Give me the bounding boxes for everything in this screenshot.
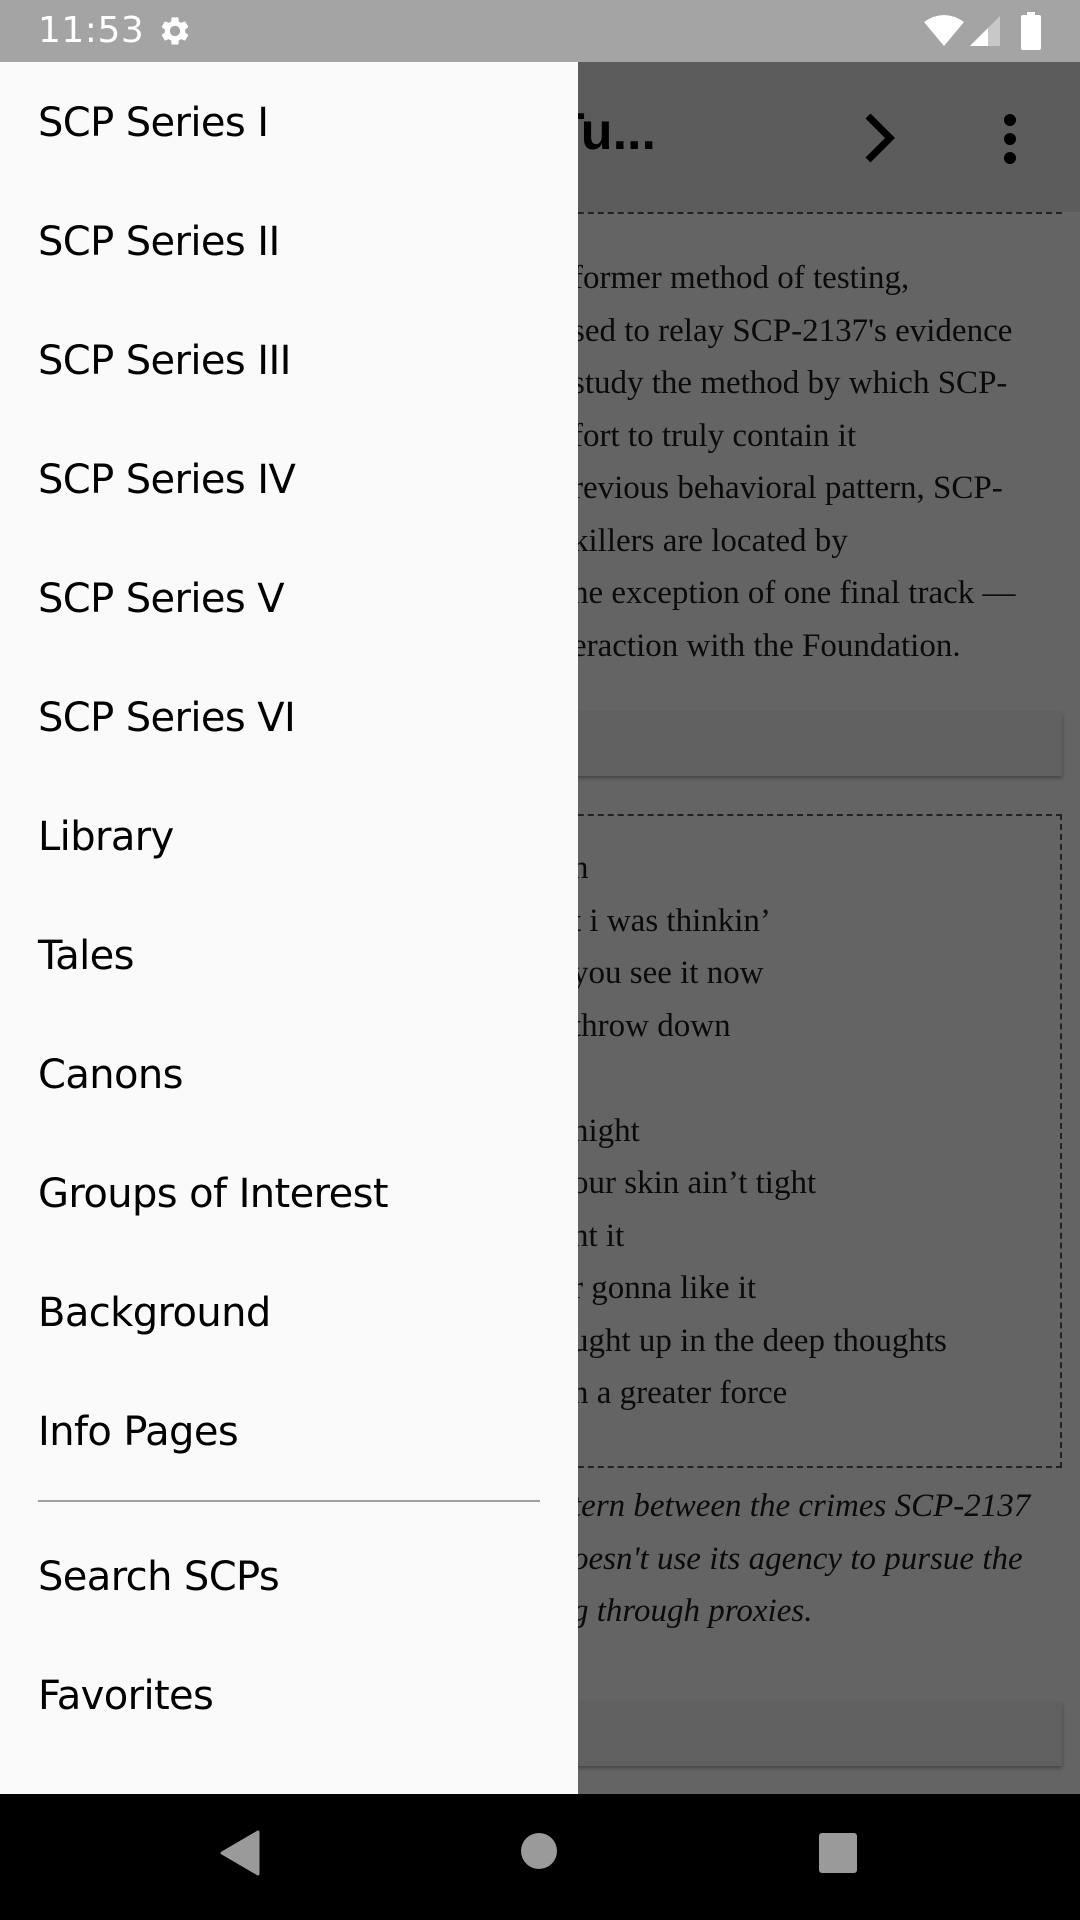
drawer-item-label: Library — [38, 814, 174, 860]
drawer-item-label: SCP Series I — [38, 100, 269, 146]
navigation-drawer: SCP Series I SCP Series II SCP Series II… — [0, 62, 578, 1794]
drawer-item-label: SCP Series V — [38, 576, 285, 622]
drawer-item-label: SCP Series IV — [38, 457, 296, 503]
drawer-item-canons[interactable]: Canons — [0, 1014, 578, 1133]
drawer-item-tales[interactable]: Tales — [0, 895, 578, 1014]
drawer-menu: SCP Series I SCP Series II SCP Series II… — [0, 62, 578, 1794]
home-icon[interactable] — [520, 1832, 558, 1870]
drawer-item-scp-series-1[interactable]: SCP Series I — [0, 62, 578, 181]
drawer-item-label: Favorites — [38, 1673, 214, 1719]
drawer-item-scp-series-3[interactable]: SCP Series III — [0, 300, 578, 419]
back-icon[interactable] — [218, 1830, 260, 1876]
status-bar: 11:53 — [0, 0, 1080, 62]
drawer-item-scp-series-5[interactable]: SCP Series V — [0, 538, 578, 657]
settings-gear-icon — [161, 17, 189, 45]
drawer-item-label: Groups of Interest — [38, 1171, 389, 1217]
drawer-divider — [38, 1500, 540, 1502]
drawer-item-search-scps[interactable]: Search SCPs — [0, 1516, 578, 1635]
drawer-item-label: Background — [38, 1290, 271, 1336]
drawer-item-scp-series-4[interactable]: SCP Series IV — [0, 419, 578, 538]
drawer-item-groups-of-interest[interactable]: Groups of Interest — [0, 1133, 578, 1252]
drawer-item-label: Tales — [38, 933, 134, 979]
drawer-item-label: SCP Series VI — [38, 695, 296, 741]
drawer-item-label: SCP Series II — [38, 219, 280, 265]
wifi-icon — [924, 15, 964, 46]
system-nav-bar — [0, 1794, 1080, 1920]
drawer-item-label: Search SCPs — [38, 1554, 280, 1600]
cell-signal-icon — [970, 16, 1000, 46]
status-time: 11:53 — [38, 10, 145, 51]
drawer-item-background[interactable]: Background — [0, 1252, 578, 1371]
drawer-item-favorites[interactable]: Favorites — [0, 1635, 578, 1754]
drawer-item-scp-series-2[interactable]: SCP Series II — [0, 181, 578, 300]
recents-icon[interactable] — [818, 1832, 858, 1874]
drawer-item-label: SCP Series III — [38, 338, 291, 384]
drawer-item-info-pages[interactable]: Info Pages — [0, 1371, 578, 1490]
drawer-item-library[interactable]: Library — [0, 776, 578, 895]
drawer-item-label: Canons — [38, 1052, 183, 1098]
drawer-item-scp-series-6[interactable]: SCP Series VI — [0, 657, 578, 776]
battery-icon — [1021, 12, 1041, 50]
drawer-item-downloaded-articles[interactable]: Downloaded Articles — [0, 1754, 578, 1794]
drawer-spacer — [0, 1492, 578, 1516]
drawer-item-label: Info Pages — [38, 1409, 239, 1455]
